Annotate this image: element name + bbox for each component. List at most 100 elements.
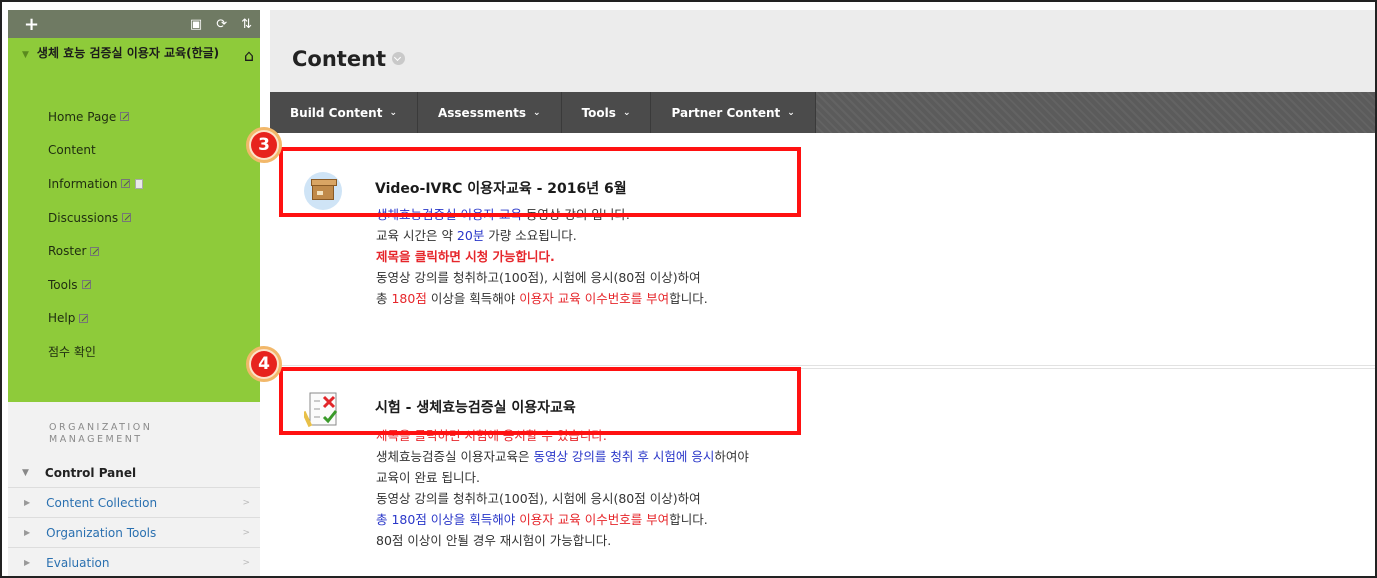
course-menu: ▼ 생체 효능 검증실 이용자 교육(한글) ⌂ Home Page Conte… [8,38,260,402]
desc-line: 총 180점 이상을 획득해야 이용자 교육 이수번호를 부여합니다. [376,509,749,530]
menu-item-tools[interactable]: Tools [48,268,143,302]
action-label[interactable]: Partner Content [671,106,780,120]
cp-item-organization-tools[interactable]: ▶ Organization Tools > [8,518,260,548]
menu-item-score[interactable]: 점수 확인 [48,335,143,369]
desc-line: 총 180점 이상을 획득해야 이용자 교육 이수번호를 부여합니다. [376,288,708,309]
edit-icon[interactable] [90,246,100,256]
action-label[interactable]: Tools [582,106,616,120]
menu-item-discussions[interactable]: Discussions [48,201,143,235]
desc-text: 합니다. [669,291,708,306]
chevron-down-icon[interactable] [392,51,406,65]
chevron-right-icon: > [242,528,250,538]
refresh-icon[interactable]: ⟳ [216,17,227,32]
course-menu-list: Home Page Content Information Discussion… [48,100,144,369]
desc-line: 교육 시간은 약 20분 가량 소요됩니다. [376,225,708,246]
course-title[interactable]: ▼ 생체 효능 검증실 이용자 교육(한글) ⌂ [22,46,254,65]
annotation-box-4 [279,367,801,435]
desc-line: 생체효능검증실 이용자교육은 동영상 강의를 청취 후 시험에 응시하여야 [376,446,749,467]
desc-text: 하여야 [714,449,749,464]
org-title: ORGANIZATION MANAGEMENT [49,422,153,445]
chevron-down-icon[interactable]: ⌄ [623,108,631,118]
expand-triangle-icon[interactable]: ▶ [24,558,30,567]
menu-item-information[interactable]: Information [48,167,144,201]
page-icon [135,178,144,189]
desc-text: 총 180점 이상을 획득해야 [376,512,520,527]
cp-item-label[interactable]: Organization Tools [46,526,156,540]
edit-icon[interactable] [81,280,91,290]
assessments-button[interactable]: Assessments ⌄ [417,92,562,133]
desc-text: 이용자 교육 이수번호를 부여 [519,512,670,527]
collapse-triangle-icon[interactable]: ▼ [22,50,29,60]
expand-triangle-icon[interactable]: ▶ [24,528,30,537]
home-icon[interactable]: ⌂ [244,46,254,65]
desc-text: 교육 시간은 약 [376,228,457,243]
desc-line: 동영상 강의를 청취하고(100점), 시험에 응시(80점 이상)하여 [376,270,701,285]
cp-item-content-collection[interactable]: ▶ Content Collection > [8,488,260,518]
badge-number: 3 [251,132,277,158]
annotation-badge-4: 4 [246,346,282,382]
collapse-triangle-icon[interactable]: ▼ [22,468,29,478]
menu-item-help[interactable]: Help [48,302,143,336]
menu-item-label[interactable]: Discussions [48,211,118,225]
menu-item-roster[interactable]: Roster [48,234,143,268]
control-panel-header[interactable]: ▼ Control Panel [8,458,260,488]
tools-button[interactable]: Tools ⌄ [561,92,652,133]
annotation-badge-3: 3 [246,127,282,163]
cp-item-label[interactable]: Evaluation [46,556,109,570]
desc-text: 합니다. [669,512,708,527]
menu-item-label[interactable]: 점수 확인 [48,343,96,360]
chevron-right-icon: > [242,558,250,568]
edit-icon[interactable] [120,112,130,122]
desc-text: 동영상 강의를 청취 후 시험에 응시 [533,449,715,464]
sort-icon[interactable]: ⇅ [241,17,252,32]
course-title-text[interactable]: 생체 효능 검증실 이용자 교육(한글) [37,46,222,61]
edit-icon[interactable] [122,213,132,223]
menu-item-label[interactable]: Roster [48,244,86,258]
screen-frame: + ▣ ⟳ ⇅ ▼ 생체 효능 검증실 이용자 교육(한글) ⌂ Home Pa… [0,0,1377,578]
desc-text: 20분 [456,228,485,243]
desc-text: 생체효능검증실 이용자교육은 [376,449,534,464]
desc-line: 교육이 완료 됩니다. [376,470,480,485]
action-label[interactable]: Build Content [290,106,382,120]
build-content-button[interactable]: Build Content ⌄ [270,92,418,133]
expand-triangle-icon[interactable]: ▶ [24,498,30,507]
badge-number: 4 [251,351,277,377]
sidebar-toolbar: + ▣ ⟳ ⇅ [8,10,260,38]
menu-item-label[interactable]: Help [48,311,75,325]
cp-item-label[interactable]: Content Collection [46,496,157,510]
item-description: 제목을 클릭하면 시험에 응시할 수 있습니다. 생체효능검증실 이용자교육은 … [376,425,749,551]
menu-item-label[interactable]: Information [48,177,117,191]
chevron-right-icon: > [242,498,250,508]
edit-icon[interactable] [79,313,89,323]
page-title: Content [292,47,406,71]
partner-content-button[interactable]: Partner Content ⌄ [651,92,816,133]
cp-item-evaluation[interactable]: ▶ Evaluation > [8,548,260,576]
edit-icon[interactable] [121,179,131,189]
organization-management: ORGANIZATION MANAGEMENT ▼ Control Panel ▶… [8,402,260,576]
menu-item-label[interactable]: Home Page [48,110,116,124]
menu-item-label[interactable]: Content [48,143,96,157]
desc-text: 180점 [391,291,427,306]
item-description: 생체효능검증실 이용자 교육 동영상 강의 입니다. 교육 시간은 약 20분 … [376,204,708,309]
plus-icon[interactable]: + [24,14,39,35]
menu-item-label[interactable]: Tools [48,278,78,292]
menu-item-home-page[interactable]: Home Page [48,100,143,134]
chevron-down-icon[interactable]: ⌄ [787,108,795,118]
chevron-down-icon[interactable]: ⌄ [533,108,541,118]
desc-text: 이용자 교육 이수번호를 부여 [519,291,670,306]
desc-line: 제목을 클릭하면 시청 가능합니다. [376,249,555,264]
control-panel-label[interactable]: Control Panel [45,466,136,480]
page-title-text: Content [292,47,387,71]
annotation-box-3 [279,147,801,217]
desc-text: 총 [376,291,392,306]
desc-line: 동영상 강의를 청취하고(100점), 시험에 응시(80점 이상)하여 [376,491,701,506]
content-area: Content Build Content ⌄ Assessments ⌄ Tool… [270,10,1375,576]
desc-line: 80점 이상이 안될 경우 재시험이 가능합니다. [376,533,612,548]
desc-text: 가량 소요됩니다. [484,228,577,243]
desc-text: 이상을 획득해야 [426,291,520,306]
course-sidebar: + ▣ ⟳ ⇅ ▼ 생체 효능 검증실 이용자 교육(한글) ⌂ Home Pa… [8,10,260,576]
chevron-down-icon[interactable]: ⌄ [389,108,397,118]
menu-item-content[interactable]: Content [48,134,143,168]
folder-view-icon[interactable]: ▣ [190,17,202,32]
action-label[interactable]: Assessments [438,106,526,120]
